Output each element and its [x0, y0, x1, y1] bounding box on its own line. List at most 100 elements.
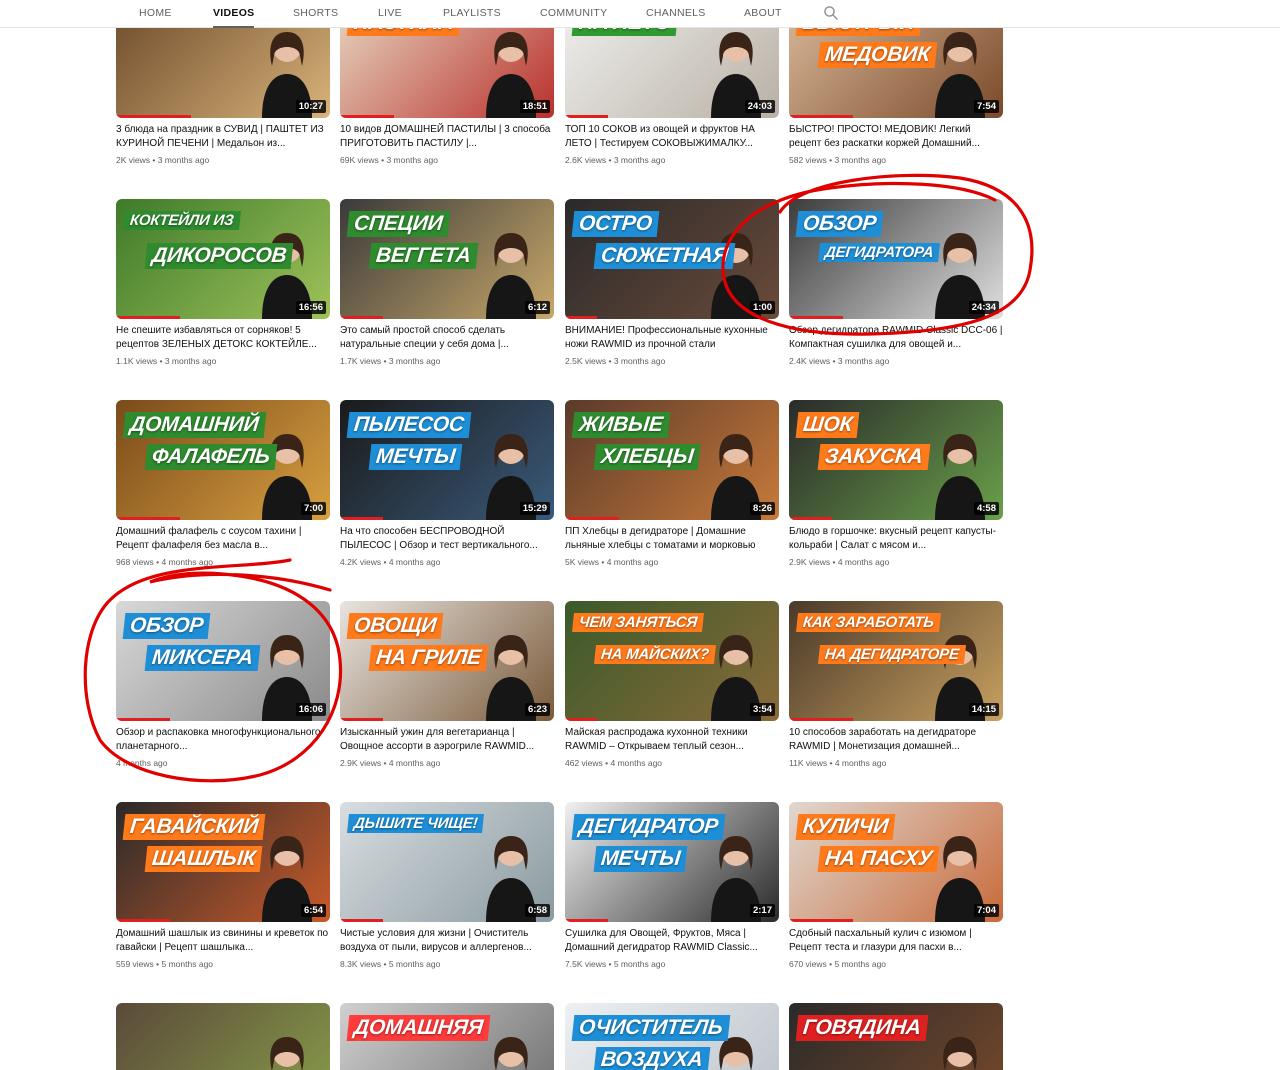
video-title[interactable]: Блюдо в горшочке: вкусный рецепт капусты… [789, 525, 1003, 553]
video-meta: 2.6K views • 3 months ago [565, 155, 779, 165]
video-title[interactable]: 10 видов ДОМАШНЕЙ ПАСТИЛЫ | 3 способа ПР… [340, 123, 554, 151]
presenter-figure [933, 1031, 987, 1070]
video-card[interactable]: КОКТЕЙЛИ ИЗ ДИКОРОСОВ 16:56 Не спешите изба… [116, 199, 330, 366]
video-thumbnail[interactable]: ГОВЯДИНА [789, 1003, 1003, 1070]
video-card[interactable]: ДЕГИДРАТОР МЕЧТЫ 2:17 Сушилка для Овощей, Ф… [565, 802, 779, 969]
video-card[interactable]: ГОВЯДИНА [789, 1003, 1003, 1070]
upload-date: 4 months ago [610, 758, 663, 768]
video-title[interactable]: Это самый простой способ сделать натурал… [340, 324, 554, 352]
video-thumbnail[interactable]: КУЛИЧИ НА ПАСХУ 7:04 [789, 802, 1003, 922]
video-title[interactable]: Домашний фалафель с соусом тахини | Реце… [116, 525, 330, 553]
watch-progress-bar [565, 316, 598, 319]
video-thumbnail[interactable]: ОЧИСТИТЕЛЬ ВОЗДУХА [565, 1003, 779, 1070]
video-card[interactable]: ОСТРО СЮЖЕТНАЯ 1:00 ВНИМАНИЕ! Профессиональ… [565, 199, 779, 366]
video-card[interactable]: ГАВАЙСКИЙ ШАШЛЫК 6:54 Домашний шашлык из св… [116, 802, 330, 969]
upload-date: 4 months ago [161, 557, 214, 567]
video-thumbnail[interactable]: ОБЗОР МИКСЕРА 16:06 [116, 601, 330, 721]
video-title[interactable]: Домашний шашлык из свинины и креветок по… [116, 927, 330, 955]
video-meta: 4 months ago [116, 758, 330, 768]
video-title[interactable]: ПП Хлебцы в дегидраторе | Домашние льнян… [565, 525, 779, 553]
video-title[interactable]: Не спешите избавляться от сорняков! 5 ре… [116, 324, 330, 352]
video-card[interactable]: ПАСТИЛА 18:51 10 видов ДОМАШНЕЙ ПАСТИЛЫ | … [340, 28, 554, 165]
video-title[interactable]: Обзор дегидратора RAWMID Classic DCC-06 … [789, 324, 1003, 352]
video-thumbnail[interactable]: КАК ЗАРАБОТАТЬ НА ДЕГИДРАТОРЕ 14:15 [789, 601, 1003, 721]
video-title[interactable]: Сдобный пасхальный кулич с изюмом | Реце… [789, 927, 1003, 955]
video-title[interactable]: 3 блюда на праздник в СУВИД | ПАШТЕТ ИЗ … [116, 123, 330, 151]
video-card[interactable]: ПЫЛЕСОС МЕЧТЫ 15:29 На что способен БЕСПРОВ… [340, 400, 554, 567]
video-title[interactable]: На что способен БЕСПРОВОДНОЙ ПЫЛЕСОС | О… [340, 525, 554, 553]
tab-home[interactable]: HOME [139, 0, 172, 26]
video-card[interactable]: БЫСТРЫЙ МЕДОВИК 7:54 БЫСТРО! ПРОСТО! МЕДОВИ… [789, 28, 1003, 165]
video-thumbnail[interactable]: ДОМАШНИЙ ФАЛАФЕЛЬ 7:00 [116, 400, 330, 520]
video-title[interactable]: БЫСТРО! ПРОСТО! МЕДОВИК! Легкий рецепт б… [789, 123, 1003, 151]
video-title[interactable]: ВНИМАНИЕ! Профессиональные кухонные ножи… [565, 324, 779, 352]
video-title[interactable]: 10 способов заработать на дегидраторе RA… [789, 726, 1003, 754]
video-thumbnail[interactable]: ОСТРО СЮЖЕТНАЯ 1:00 [565, 199, 779, 319]
video-card[interactable]: СПЕЦИИ ВЕГГЕТА 6:12 Это самый простой спосо… [340, 199, 554, 366]
thumbnail-caption: ОСТРО [571, 211, 660, 237]
video-card[interactable]: ДЫШИТЕ ЧИЩЕ! 0:58 Чистые условия для жизни… [340, 802, 554, 969]
watch-progress-bar [789, 316, 843, 319]
video-card[interactable] [116, 1003, 330, 1070]
upload-date: 5 months ago [834, 959, 887, 969]
video-thumbnail[interactable]: БЫСТРЫЙ МЕДОВИК 7:54 [789, 28, 1003, 118]
tab-live[interactable]: LIVE [378, 0, 402, 26]
video-thumbnail[interactable]: ОБЗОР ДЕГИДРАТОРА 24:34 [789, 199, 1003, 319]
video-thumbnail[interactable]: 10:27 [116, 28, 330, 118]
video-title[interactable]: Чистые условия для жизни | Очиститель во… [340, 927, 554, 955]
tab-community[interactable]: COMMUNITY [540, 0, 607, 26]
meta-separator: • [381, 959, 389, 969]
duration-badge: 6:12 [524, 301, 550, 314]
video-thumbnail[interactable]: ДЕГИДРАТОР МЕЧТЫ 2:17 [565, 802, 779, 922]
video-meta: 8.3K views • 5 months ago [340, 959, 554, 969]
upload-date: 3 months ago [834, 155, 887, 165]
tab-about[interactable]: ABOUT [744, 0, 782, 26]
video-card[interactable]: НА ЛЕТО 24:03 ТОП 10 СОКОВ из овощей и фру… [565, 28, 779, 165]
search-icon[interactable] [823, 5, 839, 21]
view-count: 559 views [116, 959, 154, 969]
video-thumbnail[interactable]: ЧЕМ ЗАНЯТЬСЯ НА МАЙСКИХ? 3:54 [565, 601, 779, 721]
video-card[interactable]: ДОМАШНИЙ ФАЛАФЕЛЬ 7:00 Домашний фалафель с … [116, 400, 330, 567]
duration-badge: 6:23 [524, 703, 550, 716]
video-thumbnail[interactable]: ПЫЛЕСОС МЕЧТЫ 15:29 [340, 400, 554, 520]
video-card[interactable]: КУЛИЧИ НА ПАСХУ 7:04 Сдобный пасхальный кул… [789, 802, 1003, 969]
tab-channels[interactable]: CHANNELS [646, 0, 706, 26]
presenter-figure [260, 1031, 314, 1070]
video-card[interactable]: ОВОЩИ НА ГРИЛЕ 6:23 Изысканный ужин для вег… [340, 601, 554, 768]
view-count: 2.5K views [565, 356, 607, 366]
thumbnail-caption: НА ГРИЛЕ [368, 645, 489, 671]
video-card[interactable]: КАК ЗАРАБОТАТЬ НА ДЕГИДРАТОРЕ 14:15 10 спос… [789, 601, 1003, 768]
video-title[interactable]: Сушилка для Овощей, Фруктов, Мяса | Дома… [565, 927, 779, 955]
video-card[interactable]: ОЧИСТИТЕЛЬ ВОЗДУХА [565, 1003, 779, 1070]
video-title[interactable]: Майская распродажа кухонной техники RAWM… [565, 726, 779, 754]
video-thumbnail[interactable]: ОВОЩИ НА ГРИЛЕ 6:23 [340, 601, 554, 721]
tab-playlists[interactable]: PLAYLISTS [443, 0, 501, 26]
video-card[interactable]: ОБЗОР ДЕГИДРАТОРА 24:34 Обзор дегидратора R… [789, 199, 1003, 366]
video-card[interactable]: 10:27 3 блюда на праздник в СУВИД | ПАШТЕ… [116, 28, 330, 165]
video-thumbnail[interactable]: ДЫШИТЕ ЧИЩЕ! 0:58 [340, 802, 554, 922]
upload-date: 3 months ago [613, 356, 666, 366]
video-card[interactable]: ШОК ЗАКУСКА 4:58 Блюдо в горшочке: вкусный … [789, 400, 1003, 567]
video-thumbnail[interactable]: ДОМАШНЯЯ [340, 1003, 554, 1070]
tab-shorts[interactable]: SHORTS [293, 0, 338, 26]
video-thumbnail[interactable]: НА ЛЕТО 24:03 [565, 28, 779, 118]
video-thumbnail[interactable]: ПАСТИЛА 18:51 [340, 28, 554, 118]
video-title[interactable]: Обзор и распаковка многофункционального … [116, 726, 330, 754]
meta-separator: • [381, 356, 389, 366]
video-thumbnail[interactable]: СПЕЦИИ ВЕГГЕТА 6:12 [340, 199, 554, 319]
video-title[interactable]: Изысканный ужин для вегетарианца | Овощн… [340, 726, 554, 754]
video-thumbnail[interactable]: ГАВАЙСКИЙ ШАШЛЫК 6:54 [116, 802, 330, 922]
video-thumbnail[interactable]: ШОК ЗАКУСКА 4:58 [789, 400, 1003, 520]
video-card[interactable]: ЖИВЫЕ ХЛЕБЦЫ 8:26 ПП Хлебцы в дегидраторе |… [565, 400, 779, 567]
video-card[interactable]: ЧЕМ ЗАНЯТЬСЯ НА МАЙСКИХ? 3:54 Майская распр… [565, 601, 779, 768]
video-card[interactable]: ДОМАШНЯЯ [340, 1003, 554, 1070]
tab-videos[interactable]: VIDEOS [213, 0, 255, 28]
watch-progress-bar [116, 517, 181, 520]
video-thumbnail[interactable]: КОКТЕЙЛИ ИЗ ДИКОРОСОВ 16:56 [116, 199, 330, 319]
video-thumbnail[interactable]: ЖИВЫЕ ХЛЕБЦЫ 8:26 [565, 400, 779, 520]
video-card[interactable]: ОБЗОР МИКСЕРА 16:06 Обзор и распаковка мног… [116, 601, 330, 768]
video-thumbnail[interactable] [116, 1003, 330, 1070]
duration-badge: 7:54 [973, 100, 999, 113]
video-title[interactable]: ТОП 10 СОКОВ из овощей и фруктов НА ЛЕТО… [565, 123, 779, 151]
thumbnail-caption: КАК ЗАРАБОТАТЬ [796, 613, 941, 632]
